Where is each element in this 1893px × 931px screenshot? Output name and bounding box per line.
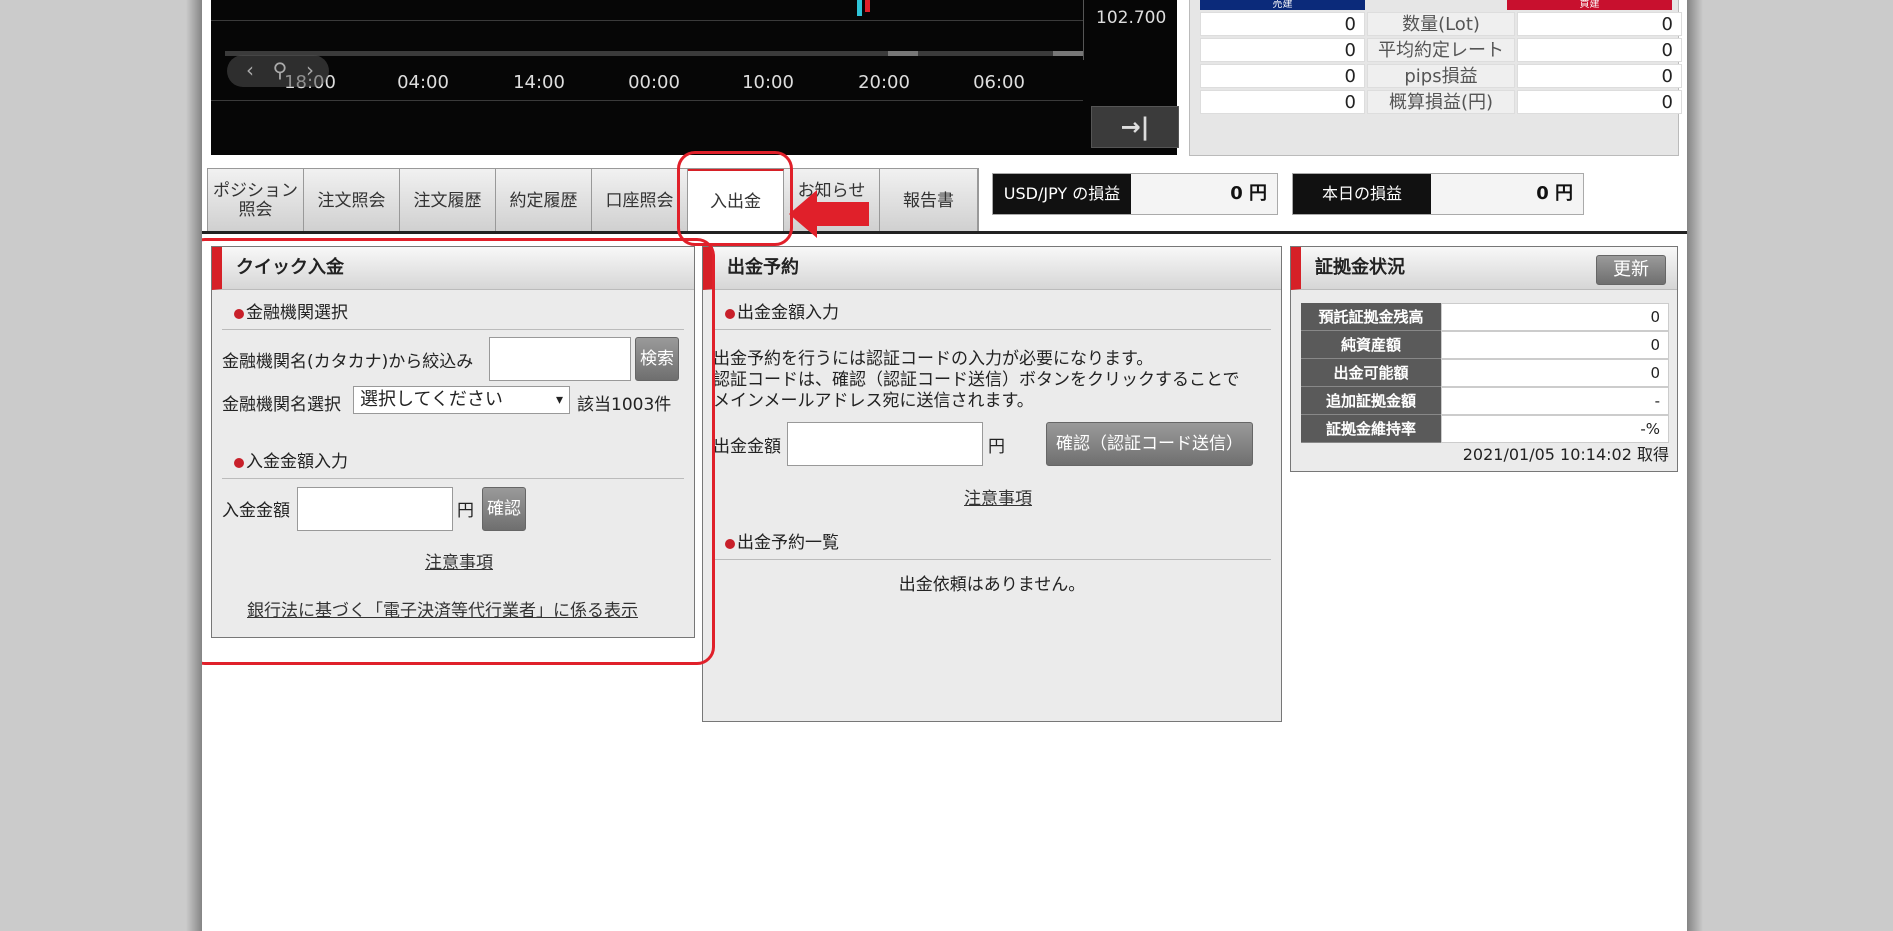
margin-row-label: 証拠金維持率 <box>1301 415 1441 443</box>
buy-value: 0 <box>1517 12 1682 36</box>
notes-link[interactable]: 注意事項 <box>964 484 1032 509</box>
tab-order-history[interactable]: 注文履歴 <box>400 169 496 233</box>
sell-value: 0 <box>1200 64 1365 88</box>
today-pnl-box: 本日の損益 0 円 <box>1292 173 1584 215</box>
sell-value: 0 <box>1200 38 1365 62</box>
withdrawal-amount-input[interactable] <box>787 422 983 466</box>
chevron-left-icon[interactable]: ‹ <box>235 55 265 87</box>
tab-account[interactable]: 口座照会 <box>592 169 688 233</box>
margin-timestamp: 2021/01/05 10:14:02 取得 <box>1462 445 1669 464</box>
tab-label: 注文履歴 <box>413 190 482 211</box>
margin-row-value: - <box>1441 387 1669 415</box>
scrollbar-thumb[interactable] <box>1053 51 1083 56</box>
margin-row-value: -% <box>1441 415 1669 443</box>
row-label: 数量(Lot) <box>1367 12 1515 36</box>
tab-label: ポジション <box>213 181 298 201</box>
time-axis-tick: 10:00 <box>742 72 794 93</box>
candle-bull <box>865 0 870 12</box>
tab-label: 報告書 <box>903 190 954 211</box>
sell-value: 0 <box>1200 90 1365 114</box>
margin-row-label: 純資産額 <box>1301 331 1441 359</box>
summary-row: 0 数量(Lot) 0 <box>1200 12 1682 36</box>
time-axis-tick: 06:00 <box>973 72 1025 93</box>
usdjpy-pnl-box: USD/JPY の損益 0 円 <box>992 173 1278 215</box>
margin-row-label: 預託証拠金残高 <box>1301 303 1441 331</box>
price-axis-label: 102.700 <box>1096 8 1167 28</box>
section-header: 出金予約一覧 <box>713 527 1271 560</box>
buy-column-header: 買建 <box>1507 0 1672 10</box>
margin-row-value: 0 <box>1441 331 1669 359</box>
time-axis-tick: 04:00 <box>397 72 449 93</box>
tab-label: 照会 <box>238 200 273 220</box>
tab-executions[interactable]: 約定履歴 <box>496 169 592 233</box>
price-chart[interactable]: 102.700 18:0004:0014:0000:0010:0020:0006… <box>211 0 1179 155</box>
yen-unit: 円 <box>988 437 1005 457</box>
buy-value: 0 <box>1517 38 1682 62</box>
empty-state-text: 出金依頼はありません。 <box>898 575 1086 595</box>
time-axis-tick: 20:00 <box>858 72 910 93</box>
today-pnl-label: 本日の損益 <box>1293 174 1431 214</box>
chart-gridline <box>211 100 1083 101</box>
bullet-icon <box>725 539 735 549</box>
margin-row-label: 出金可能額 <box>1301 359 1441 387</box>
trading-page: 102.700 18:0004:0014:0000:0010:0020:0006… <box>202 0 1687 931</box>
sell-column-header: 売建 <box>1200 0 1365 10</box>
buy-value: 0 <box>1517 90 1682 114</box>
section-header: 出金金額入力 <box>713 297 1271 330</box>
position-summary-table: 売建 買建 0 数量(Lot) 0 0 平均約定レート 0 0 pips損益 0 0 概算損益(円)… <box>1189 0 1682 156</box>
usdjpy-pnl-label: USD/JPY の損益 <box>993 174 1131 214</box>
chart-price-axis-line <box>1083 0 1084 60</box>
chart-gridline <box>211 20 1083 21</box>
margin-row: 追加証拠金額 - <box>1301 387 1669 415</box>
row-label: 平均約定レート <box>1367 38 1515 62</box>
highlight-annotation <box>677 151 793 246</box>
tab-label: 注文照会 <box>317 190 386 211</box>
tab-label: 約定履歴 <box>509 190 578 211</box>
summary-row: 0 pips損益 0 <box>1200 64 1682 88</box>
page-shadow-left <box>186 0 202 931</box>
withdrawal-panel: 出金予約 出金金額入力 出金予約を行うには認証コードの入力が必要になります。 認… <box>702 246 1282 722</box>
tab-orders[interactable]: 注文照会 <box>304 169 400 233</box>
confirm-send-code-button[interactable]: 確認（認証コード送信） <box>1046 422 1253 466</box>
today-pnl-value: 0 円 <box>1536 183 1573 204</box>
page-shadow-right <box>1687 0 1703 931</box>
usdjpy-pnl-value: 0 円 <box>1230 183 1267 204</box>
buy-value: 0 <box>1517 64 1682 88</box>
bullet-icon <box>725 309 735 319</box>
time-axis-tick: 00:00 <box>628 72 680 93</box>
row-label: 概算損益(円) <box>1367 90 1515 114</box>
tab-divider <box>202 231 1687 234</box>
chevron-right-icon[interactable]: › <box>295 55 325 87</box>
sell-value: 0 <box>1200 12 1365 36</box>
jump-to-latest-button[interactable]: →| <box>1091 106 1179 148</box>
margin-row-value: 0 <box>1441 359 1669 387</box>
margin-row: 純資産額 0 <box>1301 331 1669 359</box>
tab-label: 口座照会 <box>605 190 674 211</box>
description-line: メインメールアドレス宛に送信されます。 <box>713 391 1034 411</box>
margin-row-value: 0 <box>1441 303 1669 331</box>
candle-bear <box>857 0 862 16</box>
tab-reports[interactable]: 報告書 <box>880 169 978 233</box>
row-label: pips損益 <box>1367 64 1515 88</box>
chart-scrollbar[interactable] <box>225 51 1083 56</box>
margin-row-label: 追加証拠金額 <box>1301 387 1441 415</box>
summary-row: 0 平均約定レート 0 <box>1200 38 1682 62</box>
amount-label: 出金金額 <box>713 437 781 457</box>
margin-row: 証拠金維持率 -% <box>1301 415 1669 443</box>
zoom-icon[interactable]: ⚲ <box>265 55 295 87</box>
margin-row: 預託証拠金残高 0 <box>1301 303 1669 331</box>
margin-row: 出金可能額 0 <box>1301 359 1669 387</box>
scrollbar-thumb[interactable] <box>888 51 918 56</box>
panel-title: 出金予約 <box>703 247 1281 290</box>
arrow-annotation-icon <box>789 190 869 238</box>
refresh-button[interactable]: 更新 <box>1596 255 1666 285</box>
summary-row: 0 概算損益(円) 0 <box>1200 90 1682 114</box>
tab-positions[interactable]: ポジション 照会 <box>208 169 304 233</box>
highlight-annotation <box>202 238 715 665</box>
margin-status-panel: 証拠金状況 更新 預託証拠金残高 0 純資産額 0 出金可能額 0 追加証拠金額 - 証拠金維持… <box>1290 246 1678 472</box>
time-axis-tick: 14:00 <box>513 72 565 93</box>
